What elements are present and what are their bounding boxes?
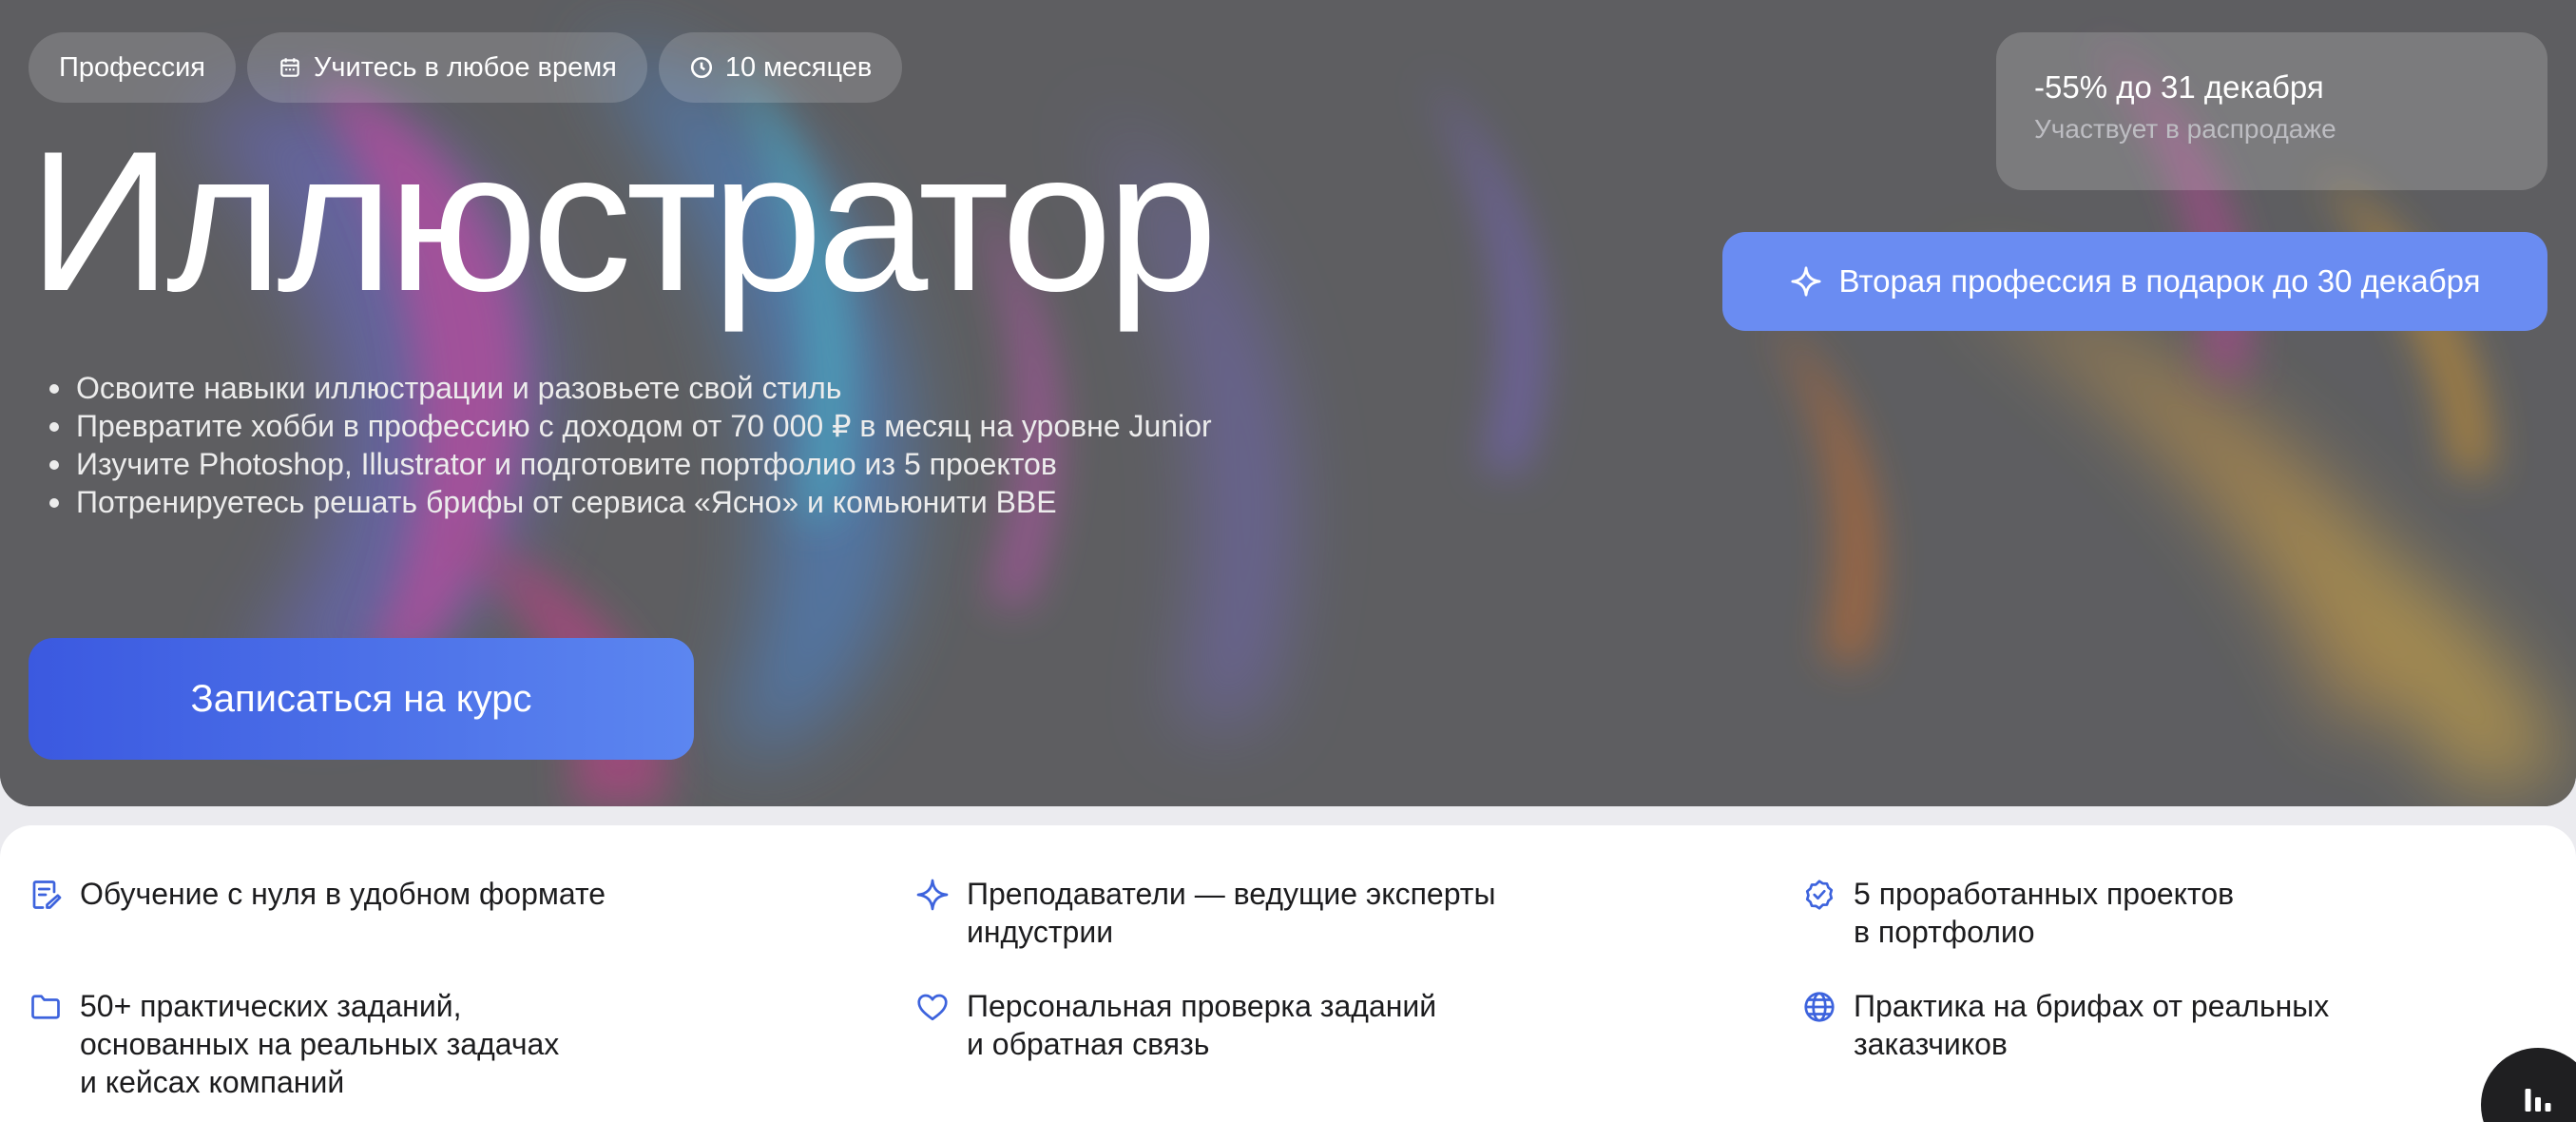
discount-subtitle: Участвует в распродаже: [2034, 114, 2336, 144]
feature-item: 50+ практических заданий, основанных на …: [29, 987, 559, 1101]
feature-item: Практика на брифах от реальных заказчико…: [1802, 987, 2329, 1063]
feature-text: 5 проработанных проектов в портфолио: [1854, 877, 2235, 949]
clock-icon: [690, 56, 712, 79]
chip-profession-label: Профессия: [59, 51, 205, 83]
chip-schedule: Учитесь в любое время: [247, 32, 647, 103]
benefit-item: Потренируетесь решать брифы от сервиса «…: [38, 483, 1217, 521]
chip-duration: 10 месяцев: [658, 32, 903, 103]
chart-bars-icon: [2525, 1089, 2551, 1112]
folder-icon: [31, 995, 60, 1019]
course-benefits-list: Освоите навыки иллюстрации и разовьете с…: [38, 369, 1217, 521]
feature-text: Обучение с нуля в удобном формате: [80, 877, 606, 911]
feature-text: Персональная проверка заданий и обратная…: [967, 989, 1437, 1061]
sparkle-icon: [916, 879, 949, 911]
features-section: Обучение с нуля в удобном формате Препод…: [0, 825, 2576, 1122]
globe-icon: [1804, 992, 1835, 1022]
benefit-item: Изучите Photoshop, Illustrator и подгото…: [38, 445, 1217, 483]
benefit-item: Превратите хобби в профессию с доходом о…: [38, 407, 1217, 445]
edit-note-icon: [32, 880, 62, 909]
feature-item: Персональная проверка заданий и обратная…: [915, 987, 1436, 1063]
feature-item: Обучение с нуля в удобном формате: [29, 875, 606, 913]
chip-schedule-label: Учитесь в любое время: [314, 51, 617, 83]
hero-chips: Профессия Учитесь в любое время 10 месяц…: [29, 32, 903, 103]
heart-icon: [917, 994, 948, 1021]
page: Профессия Учитесь в любое время 10 месяц…: [0, 0, 2576, 1122]
gift-offer-label: Вторая профессия в подарок до 30 декабря: [1838, 263, 2481, 299]
page-title: Иллюстратор: [29, 109, 1218, 333]
discount-card: -55% до 31 декабря Участвует в распродаж…: [1996, 32, 2547, 190]
chip-duration-label: 10 месяцев: [724, 51, 873, 83]
sparkle-icon: [1790, 266, 1821, 297]
badge-check-icon: [1805, 880, 1834, 910]
feature-text: Практика на брифах от реальных заказчико…: [1854, 989, 2330, 1061]
feature-text: Преподаватели — ведущие эксперты индустр…: [967, 877, 1496, 949]
discount-title: -55% до 31 декабря: [2034, 69, 2324, 105]
feature-text: 50+ практических заданий, основанных на …: [80, 989, 560, 1099]
feature-item: 5 проработанных проектов в портфолио: [1802, 875, 2234, 951]
hero-banner: Профессия Учитесь в любое время 10 месяц…: [0, 0, 2576, 806]
chip-profession: Профессия: [29, 32, 236, 103]
benefit-item: Освоите навыки иллюстрации и разовьете с…: [38, 369, 1217, 407]
enroll-button[interactable]: Записаться на курс: [29, 638, 694, 760]
calendar-icon: [280, 58, 299, 77]
gift-offer-button[interactable]: Вторая профессия в подарок до 30 декабря: [1722, 232, 2547, 331]
feature-item: Преподаватели — ведущие эксперты индустр…: [915, 875, 1495, 951]
